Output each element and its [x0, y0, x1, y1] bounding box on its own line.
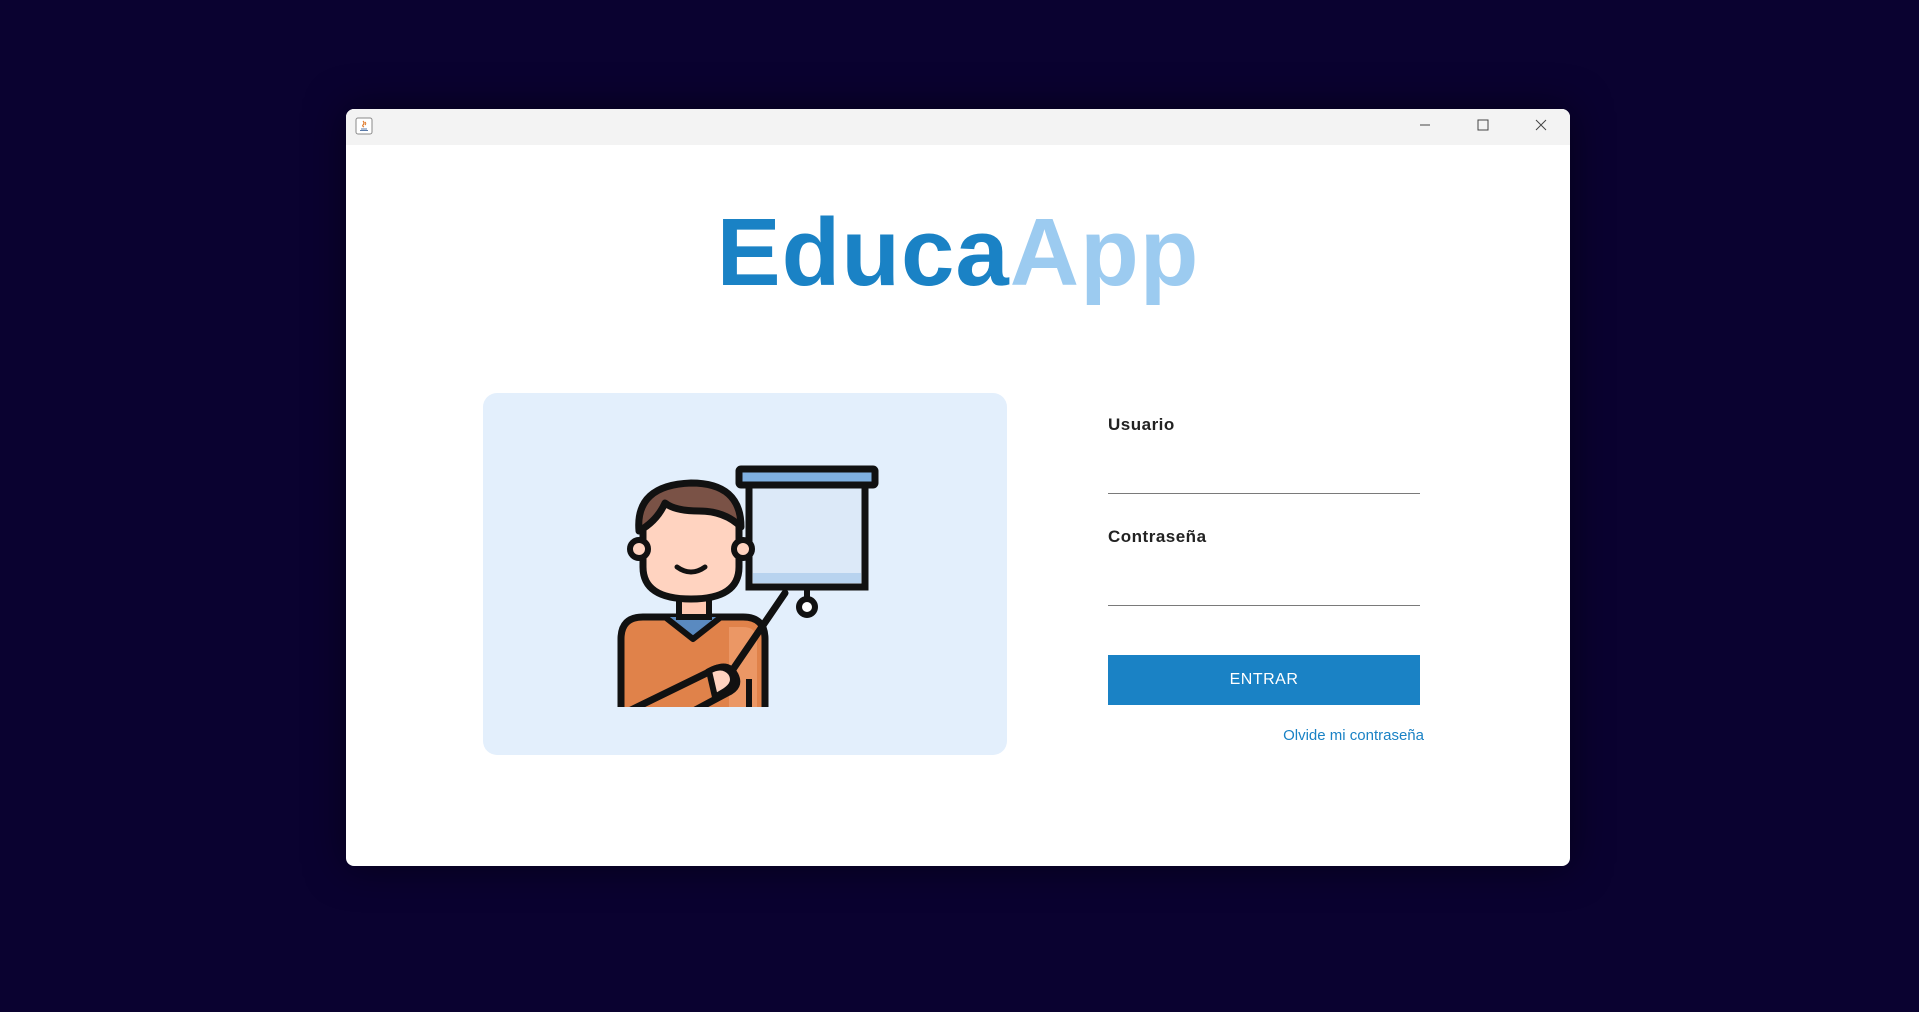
logo-text-educa: Educa [716, 199, 1010, 306]
title-bar [346, 109, 1570, 145]
password-field[interactable] [1108, 573, 1420, 606]
maximize-button[interactable] [1454, 109, 1512, 145]
minimize-icon [1419, 118, 1431, 136]
login-button[interactable]: ENTRAR [1108, 655, 1420, 705]
password-label: Contraseña [1108, 527, 1207, 546]
app-logo: EducaApp [346, 193, 1570, 313]
maximize-icon [1477, 118, 1489, 136]
java-app-icon [355, 117, 373, 135]
teacher-presentation-icon [617, 465, 879, 707]
minimize-button[interactable] [1396, 109, 1454, 145]
close-button[interactable] [1512, 109, 1570, 145]
login-window: EducaApp Usuario Contraseña ENTRAR Olvid… [346, 109, 1570, 866]
forgot-password-link[interactable]: Olvide mi contraseña [1268, 727, 1424, 744]
username-label: Usuario [1108, 415, 1175, 434]
close-icon [1535, 118, 1547, 136]
logo-text-app: App [1009, 199, 1200, 306]
illustration-panel [483, 393, 1007, 755]
username-field[interactable] [1108, 461, 1420, 494]
